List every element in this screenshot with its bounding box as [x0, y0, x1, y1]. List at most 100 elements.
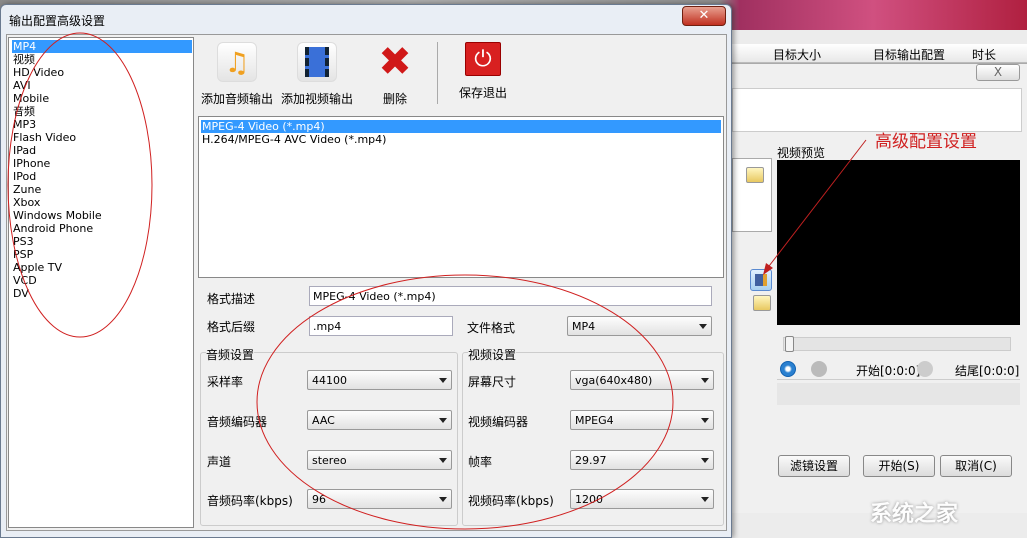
output-area [732, 88, 1022, 132]
video-bitrate-select[interactable]: 1200 [570, 489, 714, 509]
stop-icon[interactable] [811, 361, 827, 377]
annotation-text: 高级配置设置 [875, 132, 977, 152]
panel-close-button[interactable]: X [976, 64, 1020, 81]
profile-item[interactable]: Mobile [12, 92, 192, 105]
profile-item[interactable]: 视频 [12, 53, 192, 66]
audio-bitrate-select[interactable]: 96 [307, 489, 452, 509]
audio-codec-value: AAC [312, 414, 335, 427]
profile-item[interactable]: VCD [12, 274, 192, 287]
save-exit-label: 保存退出 [458, 86, 507, 100]
profile-item[interactable]: DV [12, 287, 192, 300]
chevron-down-icon [439, 497, 447, 502]
column-target-size[interactable]: 目标大小 [773, 46, 821, 63]
end-time: 结尾[0:0:0] [955, 364, 1020, 378]
film-edit-icon [755, 274, 767, 286]
video-bitrate-label: 视频码率(kbps) [468, 494, 554, 508]
add-video-button[interactable]: 添加视频输出 [278, 38, 356, 107]
video-codec-select[interactable]: MPEG4 [570, 410, 714, 430]
video-codec-label: 视频编码器 [468, 415, 529, 429]
folder-icon[interactable] [753, 295, 771, 311]
format-item[interactable]: MPEG-4 Video (*.mp4) [201, 120, 721, 133]
frame-rate-value: 29.97 [575, 454, 607, 467]
video-preview [777, 160, 1020, 325]
audio-bitrate-value: 96 [312, 493, 326, 506]
chevron-down-icon [439, 418, 447, 423]
delete-label: 删除 [382, 92, 407, 106]
close-button[interactable]: ✕ [682, 6, 726, 26]
suffix-label: 格式后缀 [207, 320, 256, 334]
desc-input[interactable]: MPEG-4 Video (*.mp4) [309, 286, 712, 306]
seek-slider[interactable] [783, 337, 1011, 351]
file-format-label: 文件格式 [467, 321, 516, 335]
profile-item[interactable]: IPhone [12, 157, 192, 170]
toolbar-separator [437, 42, 438, 104]
profile-item[interactable]: Xbox [12, 196, 192, 209]
profile-item[interactable]: AVI [12, 79, 192, 92]
profile-item[interactable]: MP3 [12, 118, 192, 131]
seek-thumb[interactable] [785, 336, 794, 352]
format-list[interactable]: MPEG-4 Video (*.mp4) H.264/MPEG-4 AVC Vid… [198, 116, 724, 278]
audio-bitrate-label: 音频码率(kbps) [207, 494, 293, 508]
profile-item[interactable]: MP4 [12, 40, 192, 53]
playback-controls: 开始[0:0:0] 结尾[0:0:0] [777, 358, 1020, 380]
cancel-button[interactable]: 取消(C) [940, 455, 1012, 477]
profile-list[interactable]: MP4 视频 HD Video AVI Mobile 音频 MP3 Flash Video IP… [8, 37, 194, 528]
column-duration[interactable]: 时长 [972, 46, 996, 63]
file-format-value: MP4 [572, 320, 596, 333]
screen-size-value: vga(640x480) [575, 374, 653, 387]
chevron-down-icon [701, 378, 709, 383]
frame-rate-select[interactable]: 29.97 [570, 450, 714, 470]
mark-icon[interactable] [917, 361, 933, 377]
video-codec-value: MPEG4 [575, 414, 614, 427]
sample-rate-value: 44100 [312, 374, 347, 387]
chevron-down-icon [701, 418, 709, 423]
music-note-icon: ♫ [217, 42, 257, 82]
format-item[interactable]: H.264/MPEG-4 AVC Video (*.mp4) [201, 133, 721, 146]
profile-item[interactable]: Android Phone [12, 222, 192, 235]
channel-select[interactable]: stereo [307, 450, 452, 470]
profile-item[interactable]: PSP [12, 248, 192, 261]
filter-settings-button[interactable]: 滤镜设置 [778, 455, 850, 477]
add-video-label: 添加视频输出 [280, 92, 353, 106]
film-icon [297, 42, 337, 82]
profile-item[interactable]: Zune [12, 183, 192, 196]
folder-icon[interactable] [746, 167, 764, 183]
video-group-title: 视频设置 [468, 346, 517, 363]
power-icon: ⏻ [465, 42, 501, 76]
dialog-title: 输出配置高级设置 [9, 14, 106, 28]
sample-rate-select[interactable]: 44100 [307, 370, 452, 390]
chevron-down-icon [439, 378, 447, 383]
save-exit-button[interactable]: ⏻ 保存退出 [453, 38, 513, 101]
profile-item[interactable]: Flash Video [12, 131, 192, 144]
start-button[interactable]: 开始(S) [863, 455, 935, 477]
toolbar: ♫ 添加音频输出 添加视频输出 ✖ 删除 ⏻ 保存退出 [198, 38, 724, 110]
start-time: 开始[0:0:0] [856, 364, 921, 378]
play-icon[interactable] [780, 361, 796, 377]
profile-item[interactable]: IPad [12, 144, 192, 157]
profile-item[interactable]: Windows Mobile [12, 209, 192, 222]
profile-item[interactable]: HD Video [12, 66, 192, 79]
profile-item[interactable]: IPod [12, 170, 192, 183]
audio-group-title: 音频设置 [206, 346, 255, 363]
chevron-down-icon [701, 497, 709, 502]
file-format-select[interactable]: MP4 [567, 316, 712, 336]
screen-size-label: 屏幕尺寸 [468, 375, 517, 389]
delete-x-icon: ✖ [378, 39, 412, 85]
profile-item[interactable]: Apple TV [12, 261, 192, 274]
suffix-input[interactable]: .mp4 [309, 316, 453, 336]
video-bitrate-value: 1200 [575, 493, 603, 506]
frame-rate-label: 帧率 [468, 455, 493, 469]
audio-codec-select[interactable]: AAC [307, 410, 452, 430]
channel-value: stereo [312, 454, 347, 467]
add-audio-label: 添加音频输出 [200, 92, 273, 106]
column-target-profile[interactable]: 目标输出配置 [873, 46, 945, 63]
profile-item[interactable]: PS3 [12, 235, 192, 248]
channel-label: 声道 [207, 455, 232, 469]
status-bar [777, 383, 1020, 405]
desc-label: 格式描述 [207, 292, 256, 306]
screen-size-select[interactable]: vga(640x480) [570, 370, 714, 390]
profile-item[interactable]: 音频 [12, 105, 192, 118]
add-audio-button[interactable]: ♫ 添加音频输出 [198, 38, 276, 107]
delete-button[interactable]: ✖ 删除 [370, 38, 420, 107]
advanced-settings-button[interactable] [750, 269, 772, 291]
